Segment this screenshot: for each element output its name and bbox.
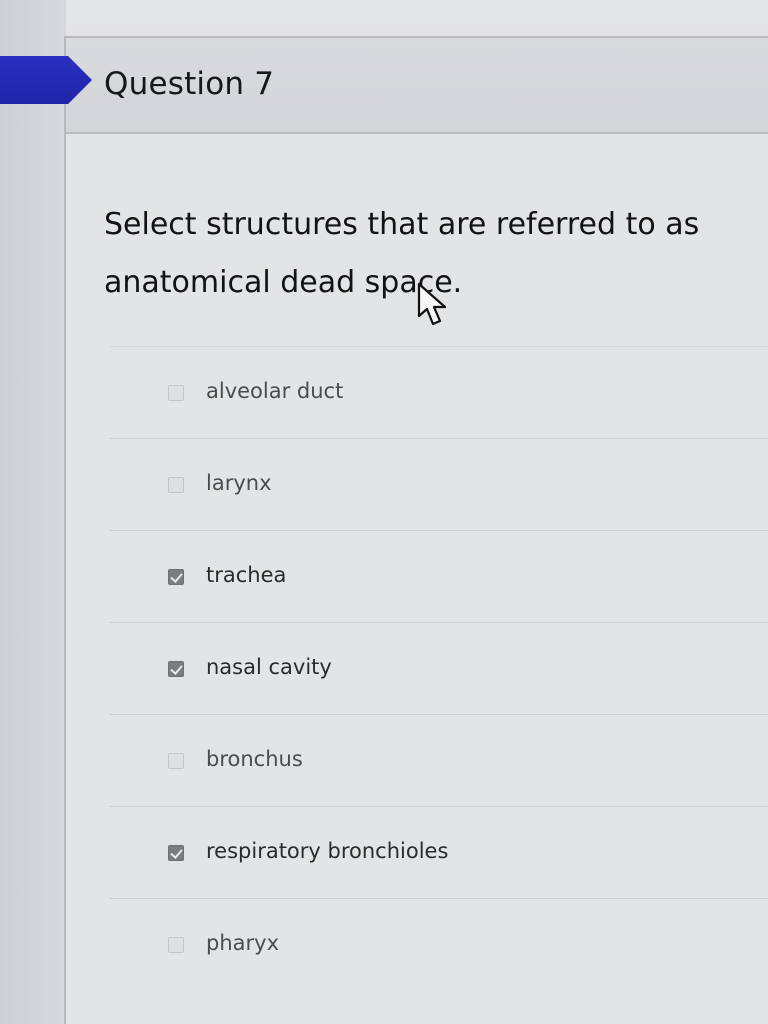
option-label: bronchus bbox=[206, 747, 303, 771]
quiz-screen: Question 7 Select structures that are re… bbox=[0, 0, 768, 1024]
option-larynx[interactable]: larynx bbox=[110, 438, 768, 530]
option-label: nasal cavity bbox=[206, 655, 332, 679]
checkbox[interactable] bbox=[168, 753, 184, 769]
checkbox-checked[interactable] bbox=[168, 845, 184, 861]
option-label: larynx bbox=[206, 471, 272, 495]
option-pharyx[interactable]: pharyx bbox=[110, 898, 768, 990]
option-nasal-cavity[interactable]: nasal cavity bbox=[110, 622, 768, 714]
mouse-pointer-icon bbox=[417, 282, 447, 326]
checkbox[interactable] bbox=[168, 385, 184, 401]
option-label: respiratory bronchioles bbox=[206, 839, 449, 863]
answer-options: alveolar duct larynx trachea nasal cavit… bbox=[110, 346, 768, 990]
checkbox-checked[interactable] bbox=[168, 661, 184, 677]
option-label: pharyx bbox=[206, 931, 279, 955]
option-respiratory-bronchioles[interactable]: respiratory bronchioles bbox=[110, 806, 768, 898]
question-title: Question 7 bbox=[104, 66, 275, 102]
option-trachea[interactable]: trachea bbox=[110, 530, 768, 622]
option-bronchus[interactable]: bronchus bbox=[110, 714, 768, 806]
option-alveolar-duct[interactable]: alveolar duct bbox=[110, 346, 768, 438]
option-label: trachea bbox=[206, 563, 287, 587]
question-prompt-line-1: Select structures that are referred to a… bbox=[104, 207, 700, 242]
checkbox[interactable] bbox=[168, 477, 184, 493]
left-margin bbox=[0, 0, 66, 1024]
checkbox-checked[interactable] bbox=[168, 569, 184, 585]
question-prompt-line-2: anatomical dead space. bbox=[104, 265, 463, 300]
option-label: alveolar duct bbox=[206, 379, 344, 403]
checkbox[interactable] bbox=[168, 937, 184, 953]
